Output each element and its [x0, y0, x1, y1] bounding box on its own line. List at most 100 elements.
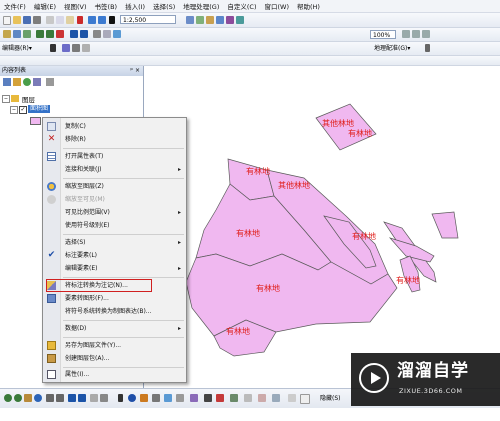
refresh-icon[interactable]: [56, 30, 64, 38]
find-icon[interactable]: [152, 394, 160, 402]
back-icon[interactable]: [70, 30, 78, 38]
select-features-icon[interactable]: [90, 394, 98, 402]
effects-icon[interactable]: [288, 394, 296, 402]
reshape-icon[interactable]: [72, 44, 80, 52]
magnifier-icon[interactable]: [258, 394, 266, 402]
full-extent-icon[interactable]: [34, 394, 42, 402]
zoom-out-icon[interactable]: [14, 394, 22, 402]
layout-icon[interactable]: [13, 30, 21, 38]
split-icon[interactable]: [82, 44, 90, 52]
info-icon[interactable]: [128, 394, 136, 402]
menu-item-open-attribute-table[interactable]: 打开属性表(T): [43, 150, 186, 163]
menu-item-remove[interactable]: ✕ 移除(R): [43, 133, 186, 146]
menu-customize[interactable]: 自定义(C): [223, 1, 260, 11]
menu-select[interactable]: 选择(S): [149, 1, 179, 11]
add-data-icon[interactable]: [109, 16, 115, 24]
forward-extent-icon[interactable]: [78, 394, 86, 402]
delete-icon[interactable]: [77, 16, 83, 24]
menu-item-properties[interactable]: 属性(I)...: [43, 368, 186, 381]
edit-tool-icon[interactable]: [50, 44, 56, 52]
select-elements-icon[interactable]: [118, 394, 123, 402]
measure-icon[interactable]: [103, 30, 111, 38]
identify-icon[interactable]: [93, 30, 101, 38]
menu-item-create-layer-package[interactable]: 创建图层包(A)...: [43, 352, 186, 365]
menu-insert[interactable]: 插入(I): [121, 1, 149, 11]
close-icon[interactable]: ×: [135, 66, 140, 76]
editor-menu[interactable]: 编辑器(R)▾: [2, 44, 32, 53]
menu-file[interactable]: 文件(F): [0, 1, 30, 11]
copy-toolbar-icon[interactable]: [56, 16, 64, 24]
measure-icon[interactable]: [176, 394, 184, 402]
list-by-drawing-order-icon[interactable]: [3, 78, 11, 86]
collapse-root-icon[interactable]: −: [2, 95, 10, 103]
python-icon[interactable]: [236, 16, 244, 24]
cut-icon[interactable]: [46, 16, 54, 24]
menu-item-convert-symbology[interactable]: 将符号系统转换为制图表达(B)...: [43, 305, 186, 318]
layer-visibility-checkbox[interactable]: ✓: [19, 106, 27, 114]
page-pan-icon[interactable]: [412, 30, 420, 38]
arctoolbox-icon[interactable]: [226, 16, 234, 24]
swipe-icon[interactable]: [272, 394, 280, 402]
menu-item-copy[interactable]: 复制(C): [43, 120, 186, 133]
fixed-zoom-out-icon[interactable]: [56, 394, 64, 402]
redo-icon[interactable]: [98, 16, 106, 24]
pan-icon[interactable]: [24, 394, 32, 402]
forward-icon[interactable]: [80, 30, 88, 38]
fixed-zoom-in-icon[interactable]: [46, 394, 54, 402]
viewer-icon[interactable]: [230, 394, 238, 402]
go-to-xy-icon[interactable]: [164, 394, 172, 402]
editor-toolbar-icon[interactable]: [186, 16, 194, 24]
binoculars-icon[interactable]: [204, 394, 212, 402]
zoom-select[interactable]: 100%: [370, 30, 396, 39]
full-page-icon[interactable]: [422, 30, 430, 38]
drawing-icon[interactable]: [3, 30, 11, 38]
zoom-out-icon[interactable]: [46, 30, 54, 38]
clear-selection-icon[interactable]: [100, 394, 108, 402]
georef-icon[interactable]: [23, 30, 31, 38]
menu-item-edit-features[interactable]: 编辑要素(E) ▸: [43, 262, 186, 275]
scale-select[interactable]: 1:2,500: [120, 15, 176, 24]
save-icon[interactable]: [23, 16, 31, 24]
overview-icon[interactable]: [244, 394, 252, 402]
back-extent-icon[interactable]: [68, 394, 76, 402]
catalog-icon[interactable]: [206, 16, 214, 24]
sketch-icon[interactable]: [62, 44, 70, 52]
paste-icon[interactable]: [66, 16, 74, 24]
collapse-layer-icon[interactable]: −: [10, 106, 18, 114]
menu-item-save-as-layer-file[interactable]: 另存为图层文件(Y)...: [43, 339, 186, 352]
menu-item-features-to-graphics[interactable]: 要素转图形(F)...: [43, 292, 186, 305]
search-window-icon[interactable]: [216, 16, 224, 24]
pin-icon[interactable]: ᵖ: [130, 66, 133, 76]
layers-dropdown-label[interactable]: 隐藏(S): [320, 394, 341, 403]
menu-item-selection[interactable]: 选择(S) ▸: [43, 236, 186, 249]
zoom-in-icon[interactable]: [4, 394, 12, 402]
menu-help[interactable]: 帮助(H): [293, 1, 324, 11]
open-icon[interactable]: [13, 16, 21, 24]
options-icon[interactable]: [46, 78, 54, 86]
menu-item-visible-scale-range[interactable]: 可见比例范围(V) ▸: [43, 206, 186, 219]
list-by-source-icon[interactable]: [13, 78, 21, 86]
select-elements-icon[interactable]: [425, 44, 430, 52]
map-display[interactable]: 其他林地 其他林地 有林地 有林地 有林地 有林地 有林地 有林地 有林地: [144, 66, 500, 388]
undo-icon[interactable]: [88, 16, 96, 24]
time-slider-icon[interactable]: [190, 394, 198, 402]
html-popup-icon[interactable]: [216, 394, 224, 402]
list-by-selection-icon[interactable]: [33, 78, 41, 86]
layer-dropdown-icon[interactable]: [300, 394, 310, 404]
table-of-contents-icon[interactable]: [196, 16, 204, 24]
menu-item-zoom-to-layer[interactable]: 缩放至图层(Z): [43, 180, 186, 193]
menu-bookmarks[interactable]: 书签(B): [91, 1, 122, 11]
page-zoom-icon[interactable]: [402, 30, 410, 38]
hyperlink-icon[interactable]: [140, 394, 148, 402]
layers-root-label[interactable]: 图层: [22, 94, 35, 104]
menu-item-data[interactable]: 数据(D) ▸: [43, 322, 186, 335]
layer-symbol-swatch[interactable]: [30, 117, 41, 125]
new-icon[interactable]: [3, 16, 11, 25]
hyperlink-icon[interactable]: [113, 30, 121, 38]
menu-edit[interactable]: 编辑(E): [30, 1, 60, 11]
zoom-in-icon[interactable]: [36, 30, 44, 38]
menu-view[interactable]: 视图(V): [60, 1, 91, 11]
menu-geoprocessing[interactable]: 地理处理(G): [179, 1, 223, 11]
menu-windows[interactable]: 窗口(W): [261, 1, 294, 11]
selected-layer-name[interactable]: 面积图: [28, 105, 51, 113]
